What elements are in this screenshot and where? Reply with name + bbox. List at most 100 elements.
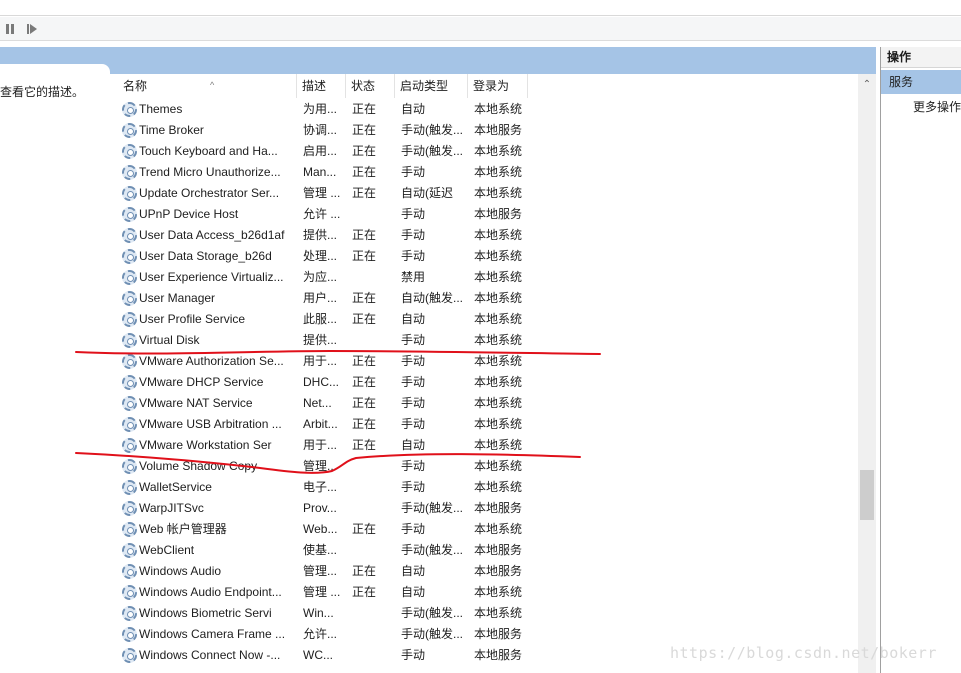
service-gear-icon (122, 648, 137, 663)
service-description: 管理 ... (303, 186, 341, 200)
service-row[interactable]: Virtual Disk 提供... 手动 本地系统 (110, 330, 858, 351)
service-log-on-as: 本地系统 (474, 438, 523, 452)
service-row[interactable]: VMware DHCP Service DHC... 正在 手动 本地系统 (110, 372, 858, 393)
service-row[interactable]: VMware Workstation Ser 用于... 正在 自动 本地系统 (110, 435, 858, 456)
service-status (352, 624, 396, 645)
service-icon-cell (122, 204, 138, 225)
scroll-up-arrow-icon[interactable]: ⌃ (858, 74, 876, 94)
service-description: 用户... (303, 291, 338, 305)
service-startup-type: 手动 (401, 333, 426, 347)
more-actions-item[interactable]: 更多操作 (913, 97, 961, 117)
service-startup-type: 手动 (401, 207, 426, 221)
service-name: WalletService (139, 480, 212, 494)
service-gear-icon (122, 543, 137, 558)
service-log-on-as: 本地系统 (474, 354, 523, 368)
service-row[interactable]: Windows Audio 管理... 正在 自动 本地服务 (110, 561, 858, 582)
service-status: 正在 (352, 375, 377, 389)
column-header-log-on-as-label: 登录为 (473, 79, 510, 93)
service-row[interactable]: User Data Storage_b26d 处理... 正在 手动 本地系统 (110, 246, 858, 267)
service-startup-type: 手动 (401, 480, 426, 494)
service-name: User Manager (139, 291, 216, 305)
service-description: 此服... (303, 312, 338, 326)
service-row[interactable]: Touch Keyboard and Ha... 启用... 正在 手动(触发... 本… (110, 141, 858, 162)
service-name: Trend Micro Unauthorize... (139, 165, 281, 179)
service-row[interactable]: Trend Micro Unauthorize... Man... 正在 手动 本地系统 (110, 162, 858, 183)
service-row[interactable]: User Data Access_b26d1af 提供... 正在 手动 本地系统 (110, 225, 858, 246)
service-log-on-as: 本地系统 (474, 165, 523, 179)
service-row[interactable]: Themes 为用... 正在 自动 本地系统 (110, 99, 858, 120)
service-log-on-as: 本地系统 (474, 480, 523, 494)
service-startup-type: 手动(触发... (401, 144, 463, 158)
service-startup-type: 手动 (401, 648, 426, 662)
pause-button[interactable] (2, 21, 18, 37)
service-row[interactable]: Update Orchestrator Ser... 管理 ... 正在 自动(延迟 本… (110, 183, 858, 204)
service-status (352, 603, 396, 624)
service-row[interactable]: VMware NAT Service Net... 正在 手动 本地系统 (110, 393, 858, 414)
service-description: 管理... (303, 459, 338, 473)
service-startup-type: 自动 (401, 564, 426, 578)
service-name: Virtual Disk (139, 333, 200, 347)
service-gear-icon (122, 291, 137, 306)
service-gear-icon (122, 207, 137, 222)
restart-button[interactable] (24, 21, 40, 37)
service-row[interactable]: Windows Audio Endpoint... 管理 ... 正在 自动 本地系统 (110, 582, 858, 603)
service-description: Net... (303, 396, 332, 410)
service-startup-type: 禁用 (401, 270, 426, 284)
service-row[interactable]: Volume Shadow Copy 管理... 手动 本地系统 (110, 456, 858, 477)
service-row[interactable]: WalletService 电子... 手动 本地系统 (110, 477, 858, 498)
service-row[interactable]: User Profile Service 此服... 正在 自动 本地系统 (110, 309, 858, 330)
service-name: Windows Audio Endpoint... (139, 585, 282, 599)
service-icon-cell (122, 162, 138, 183)
service-row[interactable]: Web 帐户管理器 Web... 正在 手动 本地系统 (110, 519, 858, 540)
column-header-status[interactable]: 状态 (346, 74, 395, 98)
service-row[interactable]: WarpJITSvc Prov... 手动(触发... 本地服务 (110, 498, 858, 519)
column-header-startup-type[interactable]: 启动类型 (395, 74, 468, 98)
service-log-on-as: 本地系统 (474, 396, 523, 410)
column-header-name[interactable]: 名称 ^ (118, 74, 297, 98)
service-startup-type: 手动 (401, 354, 426, 368)
service-gear-icon (122, 186, 137, 201)
service-row[interactable]: User Experience Virtualiz... 为应... 禁用 本地系统 (110, 267, 858, 288)
service-icon-cell (122, 624, 138, 645)
service-description: Prov... (303, 501, 337, 515)
service-name: Touch Keyboard and Ha... (139, 144, 278, 158)
service-icon-cell (122, 309, 138, 330)
service-status: 正在 (352, 144, 377, 158)
service-log-on-as: 本地服务 (474, 543, 523, 557)
column-header-log-on-as[interactable]: 登录为 (468, 74, 528, 98)
service-log-on-as: 本地系统 (474, 228, 523, 242)
restart-icon (27, 24, 37, 34)
service-row[interactable]: VMware Authorization Se... 用于... 正在 手动 本地系统 (110, 351, 858, 372)
vertical-scrollbar[interactable]: ⌃ (858, 74, 876, 673)
actions-pane: 操作 服务 更多操作 (880, 47, 961, 673)
service-row[interactable]: WebClient 使基... 手动(触发... 本地服务 (110, 540, 858, 561)
service-icon-cell (122, 393, 138, 414)
service-row[interactable]: User Manager 用户... 正在 自动(触发... 本地系统 (110, 288, 858, 309)
service-gear-icon (122, 627, 137, 642)
actions-group-services[interactable]: 服务 (881, 70, 961, 94)
service-row[interactable]: Windows Biometric Servi Win... 手动(触发... 本地系… (110, 603, 858, 624)
service-description: Man... (303, 165, 337, 179)
service-description: 为用... (303, 102, 338, 116)
service-row[interactable]: UPnP Device Host 允许 ... 手动 本地服务 (110, 204, 858, 225)
services-list: 名称 ^ 描述 状态 启动类型 登录为 Themes 为用... 正在 自动 本地系统 T… (110, 74, 858, 673)
service-row[interactable]: VMware USB Arbitration ... Arbit... 正在 手动 本地… (110, 414, 858, 435)
scrollbar-thumb[interactable] (860, 470, 874, 520)
service-log-on-as: 本地系统 (474, 144, 523, 158)
column-header-description[interactable]: 描述 (297, 74, 346, 98)
service-icon-cell (122, 498, 138, 519)
service-row[interactable]: Time Broker 协调... 正在 手动(触发... 本地服务 (110, 120, 858, 141)
service-gear-icon (122, 165, 137, 180)
service-name: Windows Camera Frame ... (139, 627, 286, 641)
service-name: VMware DHCP Service (139, 375, 264, 389)
service-icon-cell (122, 288, 138, 309)
service-status (352, 204, 396, 225)
service-icon-cell (122, 561, 138, 582)
service-gear-icon (122, 606, 137, 621)
column-header-status-label: 状态 (351, 79, 376, 93)
service-status: 正在 (352, 585, 377, 599)
service-gear-icon (122, 375, 137, 390)
service-gear-icon (122, 501, 137, 516)
service-log-on-as: 本地系统 (474, 312, 523, 326)
service-row[interactable]: Windows Camera Frame ... 允许... 手动(触发... 本地服… (110, 624, 858, 645)
